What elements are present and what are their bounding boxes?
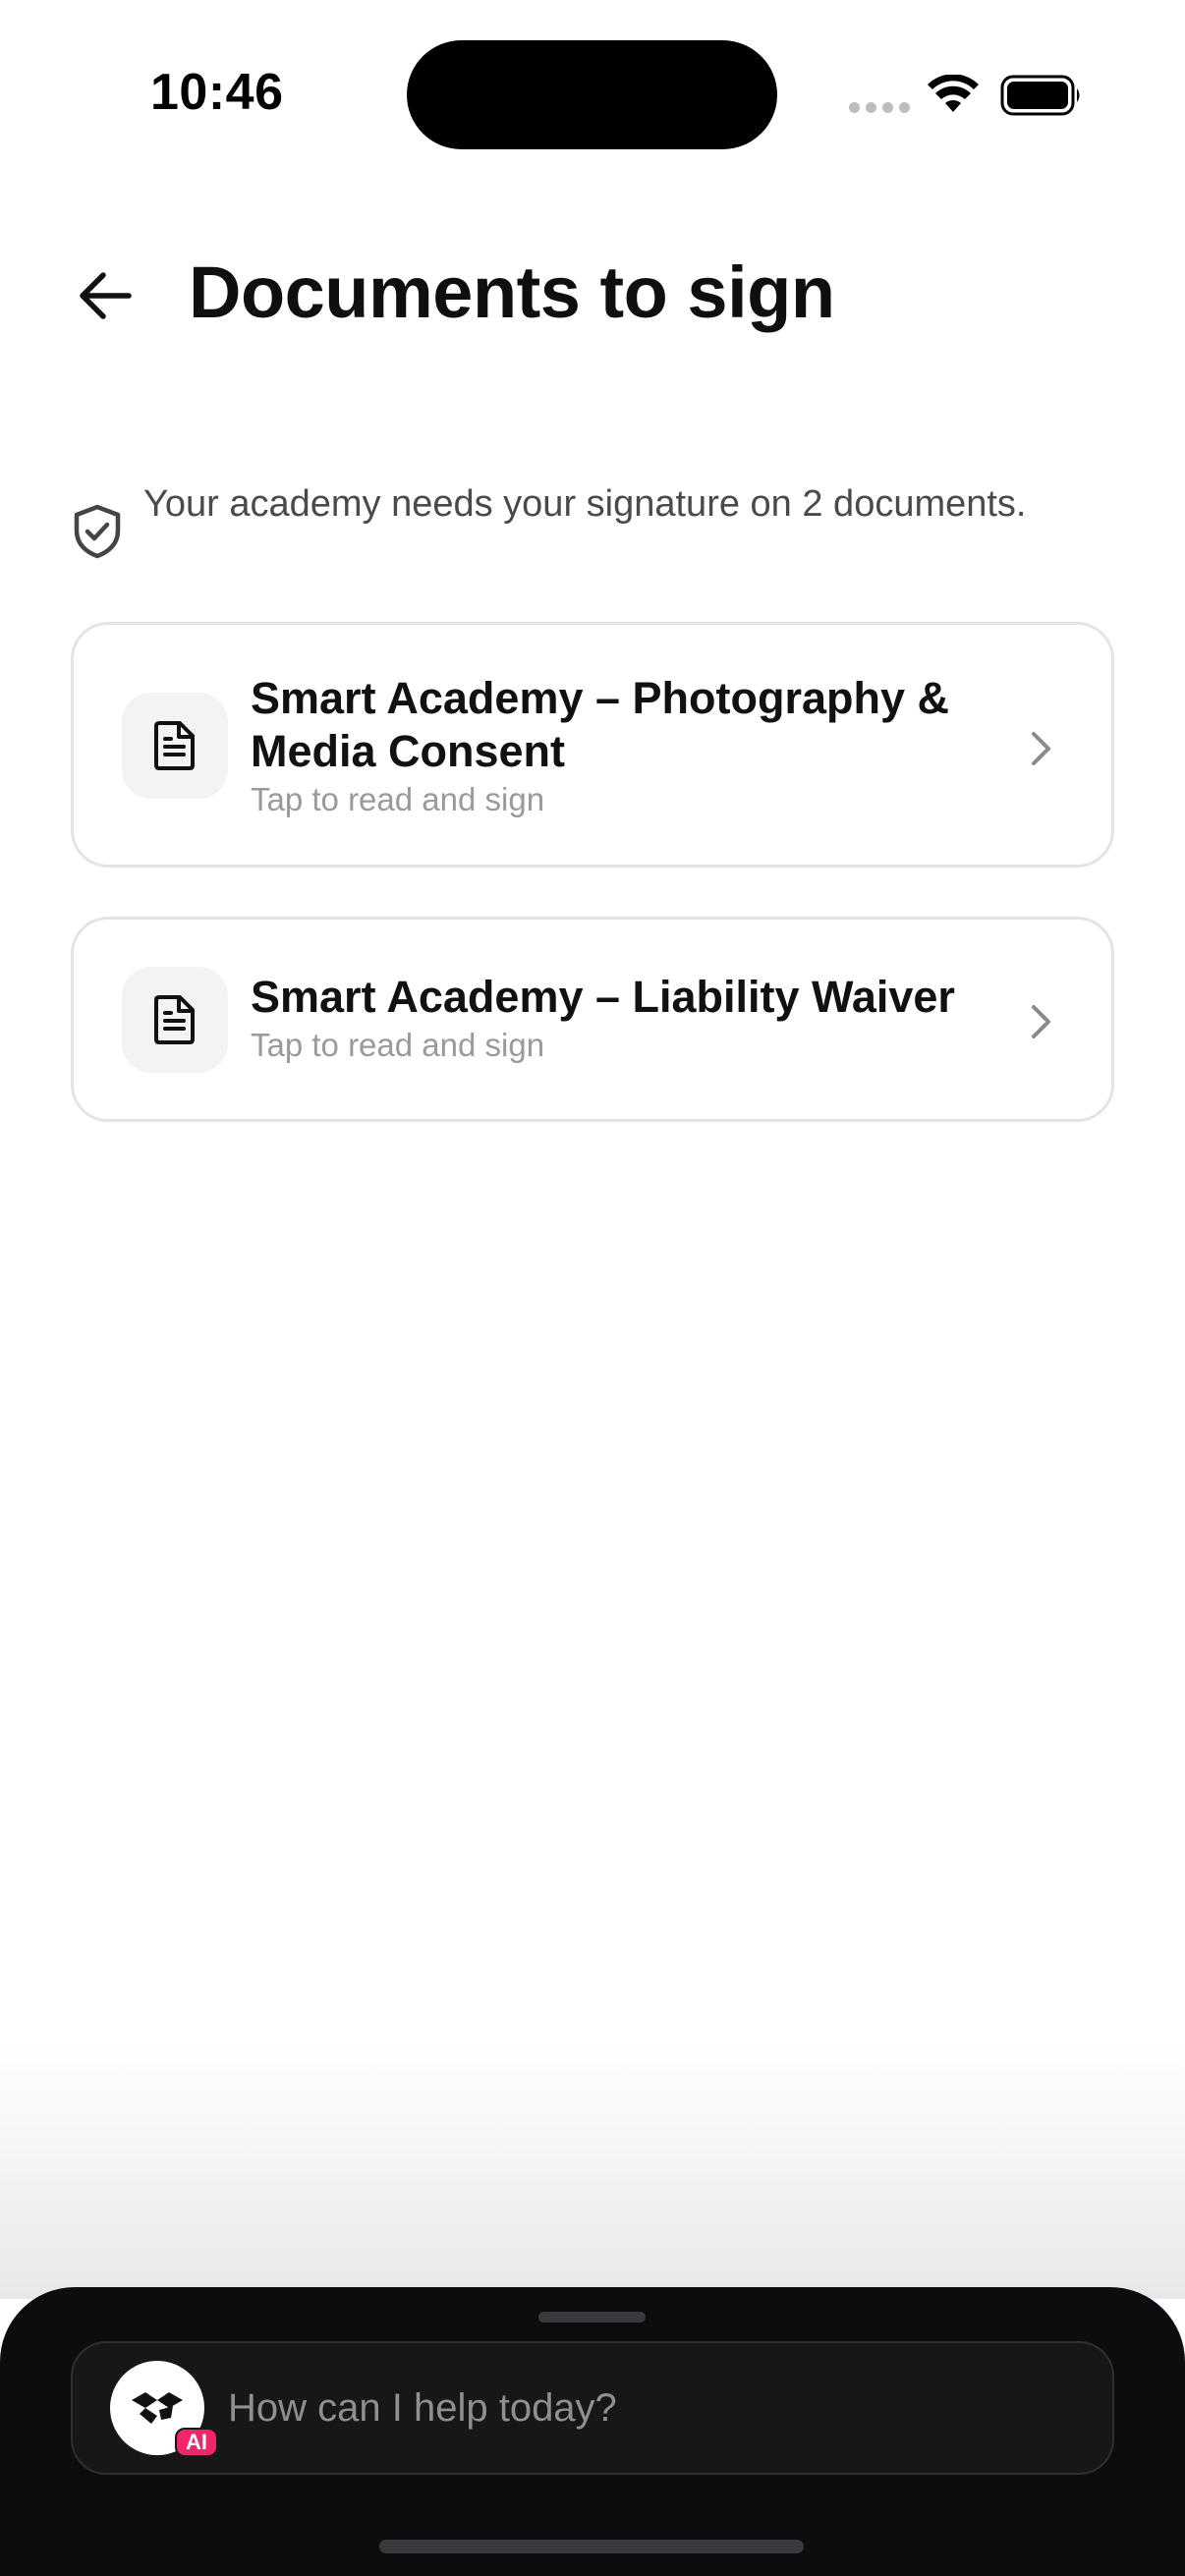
bottom-fade: [0, 2044, 1185, 2299]
document-card-liability-waiver[interactable]: Smart Academy – Liability Waiver Tap to …: [71, 917, 1114, 1122]
dynamic-island: [407, 40, 777, 149]
assistant-placeholder: How can I help today?: [228, 2386, 617, 2430]
document-icon: [154, 995, 195, 1044]
signal-dots-icon: [849, 102, 910, 113]
document-subtitle: Tap to read and sign: [251, 1027, 545, 1063]
document-icon-box: [122, 967, 228, 1073]
page-title: Documents to sign: [189, 252, 835, 333]
document-text: Smart Academy – Photography & Media Cons…: [251, 672, 1027, 819]
status-time: 10:46: [150, 64, 284, 121]
document-icon: [154, 721, 195, 770]
ai-badge: AI: [175, 2428, 218, 2457]
signature-notice: Your academy needs your signature on 2 d…: [71, 481, 1112, 560]
chevron-right-icon: [1032, 1005, 1050, 1038]
sheet-drag-handle[interactable]: [538, 2312, 646, 2323]
home-indicator: [379, 2540, 804, 2553]
back-button[interactable]: [69, 259, 141, 332]
document-text: Smart Academy – Liability Waiver Tap to …: [251, 971, 1027, 1065]
battery-icon: [1000, 75, 1080, 116]
document-subtitle: Tap to read and sign: [251, 781, 545, 817]
arrow-left-icon: [80, 272, 132, 319]
screen: 10:46 Documents to sign Your academy nee…: [0, 0, 1185, 2576]
wifi-icon: [928, 75, 979, 112]
chevron-right-icon: [1032, 732, 1050, 765]
assistant-logo-icon: [132, 2392, 183, 2424]
document-title: Smart Academy – Liability Waiver: [251, 972, 955, 1022]
document-card-photography-consent[interactable]: Smart Academy – Photography & Media Cons…: [71, 622, 1114, 868]
shield-check-icon: [74, 504, 121, 559]
document-title: Smart Academy – Photography & Media Cons…: [251, 673, 950, 776]
document-icon-box: [122, 693, 228, 799]
assistant-input[interactable]: AI How can I help today?: [71, 2341, 1114, 2475]
notice-text: Your academy needs your signature on 2 d…: [143, 483, 1027, 525]
